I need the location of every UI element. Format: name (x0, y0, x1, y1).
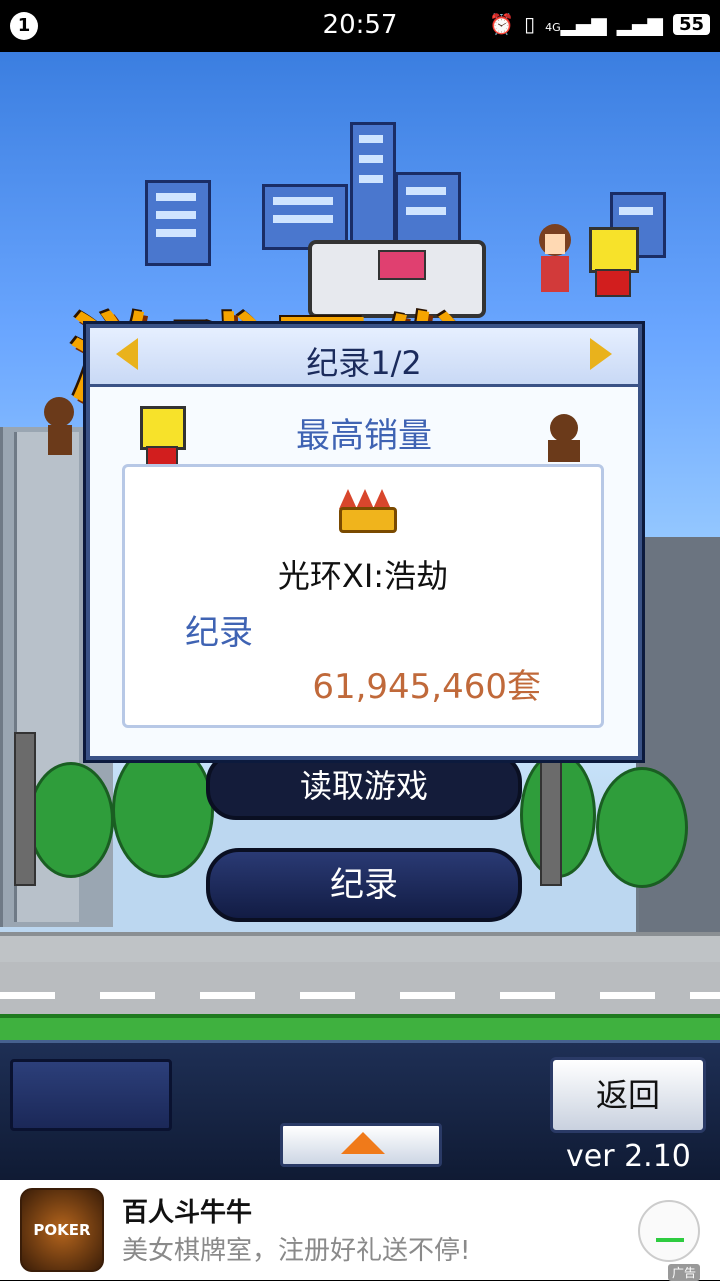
yellow-robot-character-icon (585, 227, 639, 297)
monkey-character-icon (544, 414, 584, 464)
expand-up-button[interactable] (280, 1123, 442, 1167)
record-dialog: 纪录1/2 最高销量 光环XI:浩劫 纪录 61,945,460套 (86, 324, 642, 760)
signal-4g-icon: 4G▂▄▆ (545, 12, 607, 36)
record-card: 光环XI:浩劫 纪录 61,945,460套 (122, 464, 604, 728)
back-button[interactable]: 返回 (550, 1057, 706, 1133)
version-label: ver 2.10 (566, 1139, 691, 1174)
building (395, 172, 461, 248)
ad-banner[interactable]: POKER 百人斗牛牛 美女棋牌室，注册好礼送不停! 广告 (0, 1180, 720, 1281)
tree (112, 742, 214, 878)
next-arrow-icon[interactable] (590, 338, 612, 370)
ad-tag: 广告 (668, 1264, 701, 1281)
info-box (10, 1059, 172, 1131)
load-game-button[interactable]: 读取游戏 (206, 752, 522, 820)
record-label: 纪录 (185, 613, 253, 653)
dialog-title: 纪录1/2 (306, 344, 422, 382)
ad-title[interactable]: 百人斗牛牛 (122, 1192, 252, 1229)
dialog-header: 纪录1/2 (90, 328, 638, 387)
sidewalk (0, 932, 720, 966)
crown-icon (339, 489, 397, 533)
road (0, 962, 720, 1017)
alarm-icon: ⏰ (489, 12, 515, 36)
ad-description[interactable]: 美女棋牌室，注册好礼送不停! (122, 1230, 470, 1267)
vibrate-icon: ▯ (524, 12, 536, 36)
battery-indicator: 55 (672, 13, 710, 35)
building (145, 180, 211, 266)
tree (28, 762, 114, 878)
download-progress-icon (656, 1238, 684, 1242)
record-menu-button[interactable]: 纪录 (206, 848, 522, 922)
signal-icon: ▂▄▆ (616, 12, 663, 36)
status-icons: ⏰ ▯ 4G▂▄▆ ▂▄▆ 55 (489, 12, 710, 36)
building (350, 122, 396, 248)
poker-app-icon[interactable]: POKER (20, 1188, 104, 1272)
bottom-panel: 返回 ver 2.10 (0, 1040, 720, 1183)
girl-character-icon (535, 224, 575, 294)
tree (596, 767, 688, 888)
record-value: 61,945,460套 (312, 667, 541, 707)
street-pole (14, 732, 36, 886)
monkey-character-icon (40, 397, 80, 457)
up-arrow-icon (341, 1132, 385, 1154)
ad-download-button[interactable] (638, 1200, 700, 1262)
status-bar: 1 20:57 ⏰ ▯ 4G▂▄▆ ▂▄▆ 55 (0, 0, 720, 52)
game-name: 光环XI:浩劫 (277, 557, 449, 595)
